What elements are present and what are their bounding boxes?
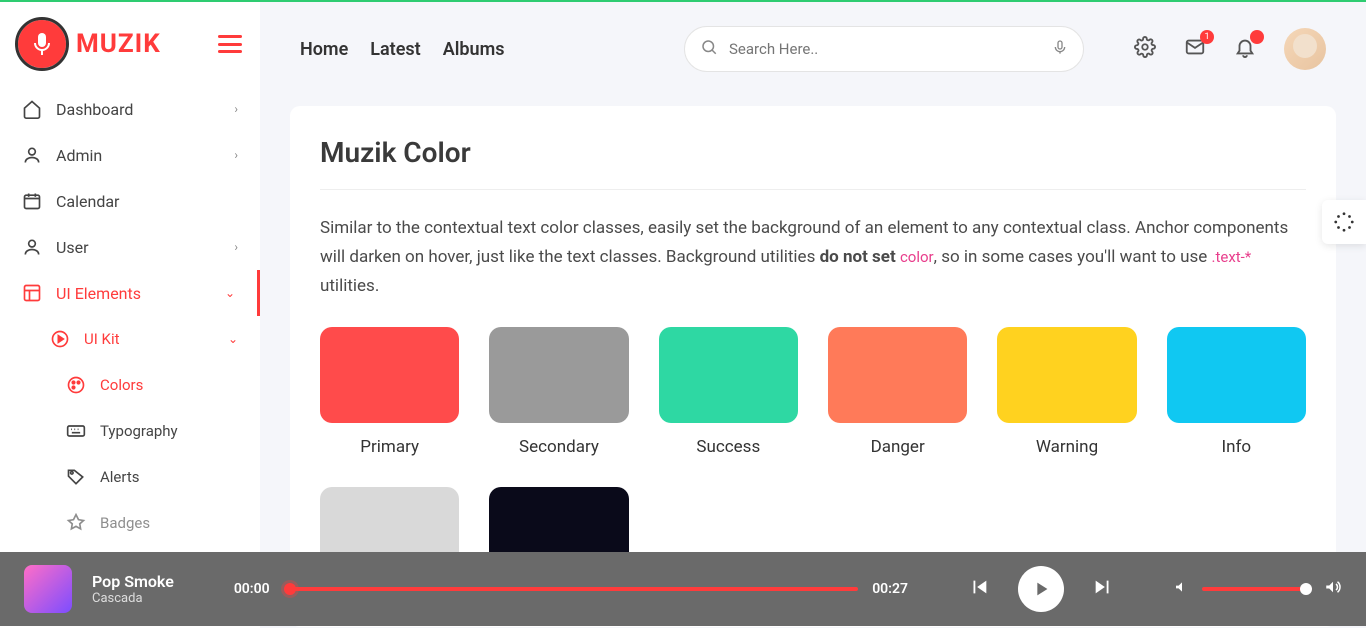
logo-icon (18, 20, 66, 68)
sidebar-toggle[interactable] (218, 35, 242, 53)
sidebar-item-badges[interactable]: Badges (0, 500, 260, 546)
sidebar-item-alerts[interactable]: Alerts (0, 454, 260, 500)
time-elapsed: 00:00 (234, 581, 270, 597)
calendar-icon (22, 191, 42, 211)
page-title: Muzik Color (320, 136, 1306, 169)
spinner-icon (1333, 211, 1355, 233)
topnav-albums[interactable]: Albums (443, 39, 505, 60)
sidebar-item-label: Calendar (56, 192, 119, 211)
player-controls (968, 566, 1114, 612)
swatch-color (997, 327, 1136, 423)
mail-icon[interactable]: 1 (1184, 36, 1206, 63)
time-duration: 00:27 (872, 581, 908, 597)
swatch-label: Success (659, 437, 798, 457)
swatch-label: Info (1167, 437, 1306, 457)
settings-icon[interactable] (1134, 36, 1156, 63)
tag-icon (66, 467, 86, 487)
swatch-Warning: Warning (997, 327, 1136, 457)
play-circle-icon (50, 329, 70, 349)
sidebar-item-dashboard[interactable]: Dashboard › (0, 86, 260, 132)
swatch-label: Danger (828, 437, 967, 457)
chevron-down-icon: ⌄ (225, 286, 235, 300)
swatch-label: Primary (320, 437, 459, 457)
chevron-right-icon: › (234, 102, 238, 116)
chevron-down-icon: ⌄ (228, 332, 238, 346)
swatch-color (489, 327, 628, 423)
swatch-Danger: Danger (828, 327, 967, 457)
badge-icon (66, 513, 86, 533)
album-art[interactable] (24, 565, 72, 613)
swatch-Info: Info (1167, 327, 1306, 457)
home-icon (22, 99, 42, 119)
content-card: Muzik Color Similar to the contextual te… (290, 106, 1336, 627)
search-wrapper (684, 26, 1084, 72)
keyboard-icon (66, 421, 86, 441)
bell-icon[interactable] (1234, 36, 1256, 63)
volume-bar[interactable] (1202, 587, 1312, 591)
divider (320, 189, 1306, 190)
chevron-right-icon: › (234, 148, 238, 162)
sidebar-item-label: Dashboard (56, 100, 133, 119)
swatch-color (828, 327, 967, 423)
swatch-label: Warning (997, 437, 1136, 457)
swatch-color (320, 327, 459, 423)
bell-badge (1250, 30, 1264, 44)
avatar[interactable] (1284, 28, 1326, 70)
swatch-Success: Success (659, 327, 798, 457)
sidebar-item-typography[interactable]: Typography (0, 408, 260, 454)
sidebar-item-label: Colors (100, 376, 143, 394)
swatch-color (659, 327, 798, 423)
page-description: Similar to the contextual text color cla… (320, 214, 1306, 301)
sidebar-item-colors[interactable]: Colors (0, 362, 260, 408)
sidebar-item-calendar[interactable]: Calendar (0, 178, 260, 224)
topbar: Home Latest Albums 1 (260, 2, 1366, 96)
swatch-color (1167, 327, 1306, 423)
audio-player: Pop Smoke Cascada 00:00 00:27 (0, 552, 1366, 626)
progress-knob[interactable] (284, 583, 296, 595)
main-content: Home Latest Albums 1 Muzik Color Similar… (260, 2, 1366, 628)
sidebar-item-label: Badges (100, 514, 150, 532)
volume-down-icon[interactable] (1174, 579, 1190, 599)
progress-wrapper: 00:00 00:27 (234, 581, 908, 597)
sidebar: MUZIK Dashboard › Admin › Calendar User … (0, 2, 260, 628)
palette-icon (66, 375, 86, 395)
sidebar-item-admin[interactable]: Admin › (0, 132, 260, 178)
sidebar-item-label: Alerts (100, 468, 140, 486)
chevron-right-icon: › (234, 240, 238, 254)
mail-badge: 1 (1200, 30, 1214, 44)
swatch-Secondary: Secondary (489, 327, 628, 457)
sidebar-item-user[interactable]: User › (0, 224, 260, 270)
track-title: Pop Smoke (92, 572, 174, 591)
prev-button[interactable] (968, 576, 990, 602)
sidebar-item-label: UI Elements (56, 284, 141, 303)
sidebar-item-ui-kit[interactable]: UI Kit ⌄ (0, 316, 260, 362)
loader-fab[interactable] (1322, 200, 1366, 244)
volume-up-icon[interactable] (1324, 578, 1342, 600)
swatch-label: Secondary (489, 437, 628, 457)
sidebar-item-ui-elements[interactable]: UI Elements ⌄ (0, 270, 260, 316)
mic-icon[interactable] (1052, 38, 1068, 60)
play-button[interactable] (1018, 566, 1064, 612)
brand-name: MUZIK (76, 29, 161, 59)
sidebar-item-label: User (56, 238, 89, 257)
top-icons: 1 (1134, 28, 1326, 70)
sidebar-item-label: UI Kit (84, 330, 120, 348)
top-nav: Home Latest Albums (300, 39, 504, 60)
next-button[interactable] (1092, 576, 1114, 602)
brand-logo[interactable]: MUZIK (18, 20, 161, 68)
sidebar-item-label: Admin (56, 146, 102, 165)
volume-knob[interactable] (1300, 583, 1312, 595)
topnav-home[interactable]: Home (300, 39, 348, 60)
progress-bar[interactable] (284, 587, 859, 591)
search-icon (700, 38, 718, 60)
topnav-latest[interactable]: Latest (370, 39, 420, 60)
sidebar-item-label: Typography (100, 422, 178, 440)
swatch-Primary: Primary (320, 327, 459, 457)
user-icon (22, 237, 42, 257)
track-artist: Cascada (92, 591, 174, 606)
volume-wrapper (1174, 578, 1342, 600)
search-input[interactable] (684, 26, 1084, 72)
user-admin-icon (22, 145, 42, 165)
layout-icon (22, 283, 42, 303)
